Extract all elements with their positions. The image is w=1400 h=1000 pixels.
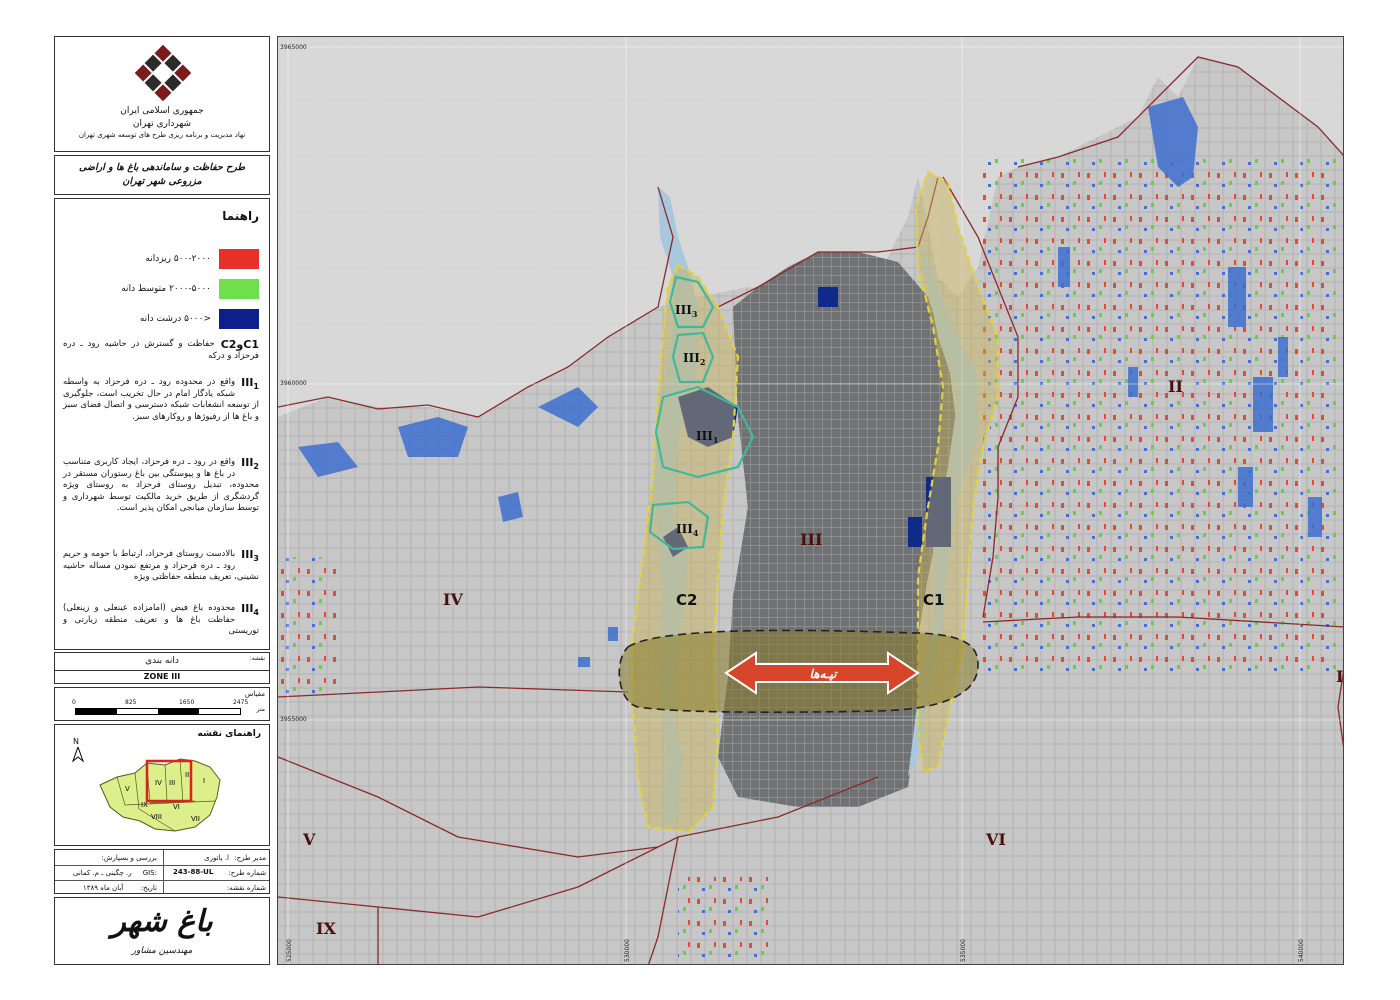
garden-parcels-south: [678, 877, 768, 957]
guide-zone-viii: VIII: [151, 813, 162, 821]
legend-label: ۲۰۰۰-۵۰۰۰ متوسط دانه: [121, 284, 211, 294]
zone-name: ZONE III: [143, 672, 181, 681]
consultant-logo-sub: مهندسین مشاور: [131, 946, 193, 956]
guide-zone-vi: VI: [173, 803, 180, 811]
guide-map-panel: راهنمای نقشه N I II III IV V VI VII VIII…: [54, 724, 270, 846]
info-date-label: تاریخ:: [140, 884, 157, 892]
legend-title: راهنما: [222, 209, 259, 223]
org-line-1: جمهوری اسلامی ایران: [120, 106, 204, 116]
zone-label-vi: VI: [985, 830, 1006, 849]
info-project-no-label: شماره طرح:: [228, 869, 266, 877]
description-iii-3: III3 بالادست روستای فرحزاد، ارتباط با حو…: [63, 549, 259, 584]
municipality-logo-icon: [134, 44, 192, 102]
info-project-no-value: 243-88-UL: [173, 868, 214, 876]
info-date-value: آبان ماه ۱۳۸۹: [83, 884, 124, 892]
info-reviewer-label: بررسی و بسپارش:: [101, 854, 157, 862]
coord-north-3960000: 3960000: [280, 380, 307, 387]
scale-tick-2: 1650: [179, 699, 195, 706]
zone-label-iii: III: [800, 530, 822, 549]
legend-swatch-blue: [219, 309, 259, 329]
map-caption-value: دانه بندی: [145, 656, 179, 666]
description-text: محدوده باغ فیض (امامزاده عینعلی و زینعلی…: [63, 603, 259, 636]
guide-zone-ix: IX: [141, 801, 148, 809]
legend-label: ۵۰۰-۲۰۰۰ ریزدانه: [145, 254, 211, 264]
logo-panel: جمهوری اسلامی ایران شهرداری تهران نهاد م…: [54, 36, 270, 152]
scale-title: مقیاس: [244, 690, 265, 698]
tehran-guide-map: I II III IV V VI VII VIII IX: [99, 758, 221, 832]
guide-zone-ii: II: [185, 771, 189, 779]
zone-label-iv: IV: [443, 590, 463, 609]
map-caption-panel: نقشه: دانه بندی ZONE III: [54, 652, 270, 684]
zone-label-v: V: [302, 830, 316, 849]
consultant-logo-panel: باغ شهر مهندسین مشاور: [54, 897, 270, 965]
scale-bar: [75, 708, 241, 715]
description-code: III4: [241, 602, 259, 618]
guide-zone-v: V: [125, 785, 130, 793]
description-iii-2: III2 واقع در رود ـ دره فرحزاد، ایجاد کار…: [63, 457, 259, 515]
info-gis-label: GIS:: [142, 869, 157, 877]
description-text: واقع در رود ـ دره فرحزاد، ایجاد کاربری م…: [63, 457, 259, 513]
description-c1c2: C1وC2 حفاظت و گسترش در حاشیه رود ـ دره ف…: [63, 339, 259, 362]
coord-north-3965000: 3965000: [280, 44, 307, 51]
org-line-3: نهاد مدیریت و برنامه ریزی طرح های توسعه …: [78, 131, 246, 139]
consultant-logo: باغ شهر: [111, 904, 213, 939]
zone-label-ii: II: [1168, 377, 1183, 396]
guide-zone-iii: III: [169, 779, 175, 787]
info-gis-value: ر. چگینی ـ م. کمانی: [73, 869, 132, 877]
legend-item-coarse: <۵۰۰۰ درشت دانه: [140, 309, 259, 329]
info-manager-value: ا. پاتوری: [204, 854, 229, 862]
scale-tick-3: 2475: [233, 699, 249, 706]
legend-swatch-red: [219, 249, 259, 269]
info-manager-label: مدیر طرح:: [234, 854, 266, 862]
guide-zone-i: I: [203, 777, 205, 785]
project-title-panel: طرح حفاظت و ساماندهی باغ ها و اراضی مزرو…: [54, 155, 270, 195]
description-text: واقع در محدوده رود ـ دره فرحزاد به واسطه…: [63, 377, 259, 422]
info-map-no-label: شماره نقشه:: [226, 884, 266, 892]
scale-bar-panel: مقیاس متر 0 825 1650 2475: [54, 687, 270, 721]
scale-tick-0: 0: [72, 699, 76, 706]
coord-east-535000: 535000: [960, 939, 967, 962]
coord-north-3955000: 3955000: [280, 716, 307, 723]
guide-zone-vii: VII: [191, 815, 200, 823]
scale-tick-1: 825: [125, 699, 137, 706]
garden-parcels-east: [978, 157, 1338, 677]
legend-panel: راهنما ۵۰۰-۲۰۰۰ ریزدانه ۲۰۰۰-۵۰۰۰ متوسط …: [54, 198, 270, 650]
description-code: III2: [241, 456, 259, 472]
description-text: بالادست روستای فرحزاد، ارتباط با حومه و …: [63, 549, 259, 582]
buffer-label-c2: C2: [676, 591, 697, 609]
legend-item-fine: ۵۰۰-۲۰۰۰ ریزدانه: [145, 249, 259, 269]
guide-zone-iv: IV: [155, 779, 162, 787]
project-title: طرح حفاظت و ساماندهی باغ ها و اراضی مزرو…: [78, 162, 246, 187]
description-iii-4: III4 محدوده باغ فیض (امامزاده عینعلی و ز…: [63, 603, 259, 638]
legend-item-medium: ۲۰۰۰-۵۰۰۰ متوسط دانه: [121, 279, 259, 299]
description-code: III1: [241, 376, 259, 392]
zone-label-ix: IX: [316, 919, 336, 938]
legend-label: <۵۰۰۰ درشت دانه: [139, 314, 211, 324]
coord-east-525000: 525000: [286, 939, 293, 962]
org-line-2: شهرداری تهران: [132, 119, 192, 129]
coord-east-530000: 530000: [624, 939, 631, 962]
description-iii-1: III1 واقع در محدوده رود ـ دره فرحزاد به …: [63, 377, 259, 423]
legend-swatch-green: [219, 279, 259, 299]
hills-label: تپـه‌ها: [810, 667, 839, 682]
info-table-panel: بررسی و بسپارش: مدیر طرح: ا. پاتوری GIS:…: [54, 849, 270, 894]
scale-unit: متر: [256, 706, 265, 713]
buffer-label-c1: C1: [923, 591, 944, 609]
description-code: C1وC2: [220, 338, 259, 351]
coord-east-540000: 540000: [1298, 939, 1305, 962]
description-code: III3: [241, 548, 259, 564]
zone-label-i: I: [1336, 667, 1343, 686]
garden-parcels-west: [278, 557, 338, 697]
map-canvas[interactable]: تپـه‌ها II III IV V VI IX I C2 C1 III3 I…: [277, 36, 1344, 965]
